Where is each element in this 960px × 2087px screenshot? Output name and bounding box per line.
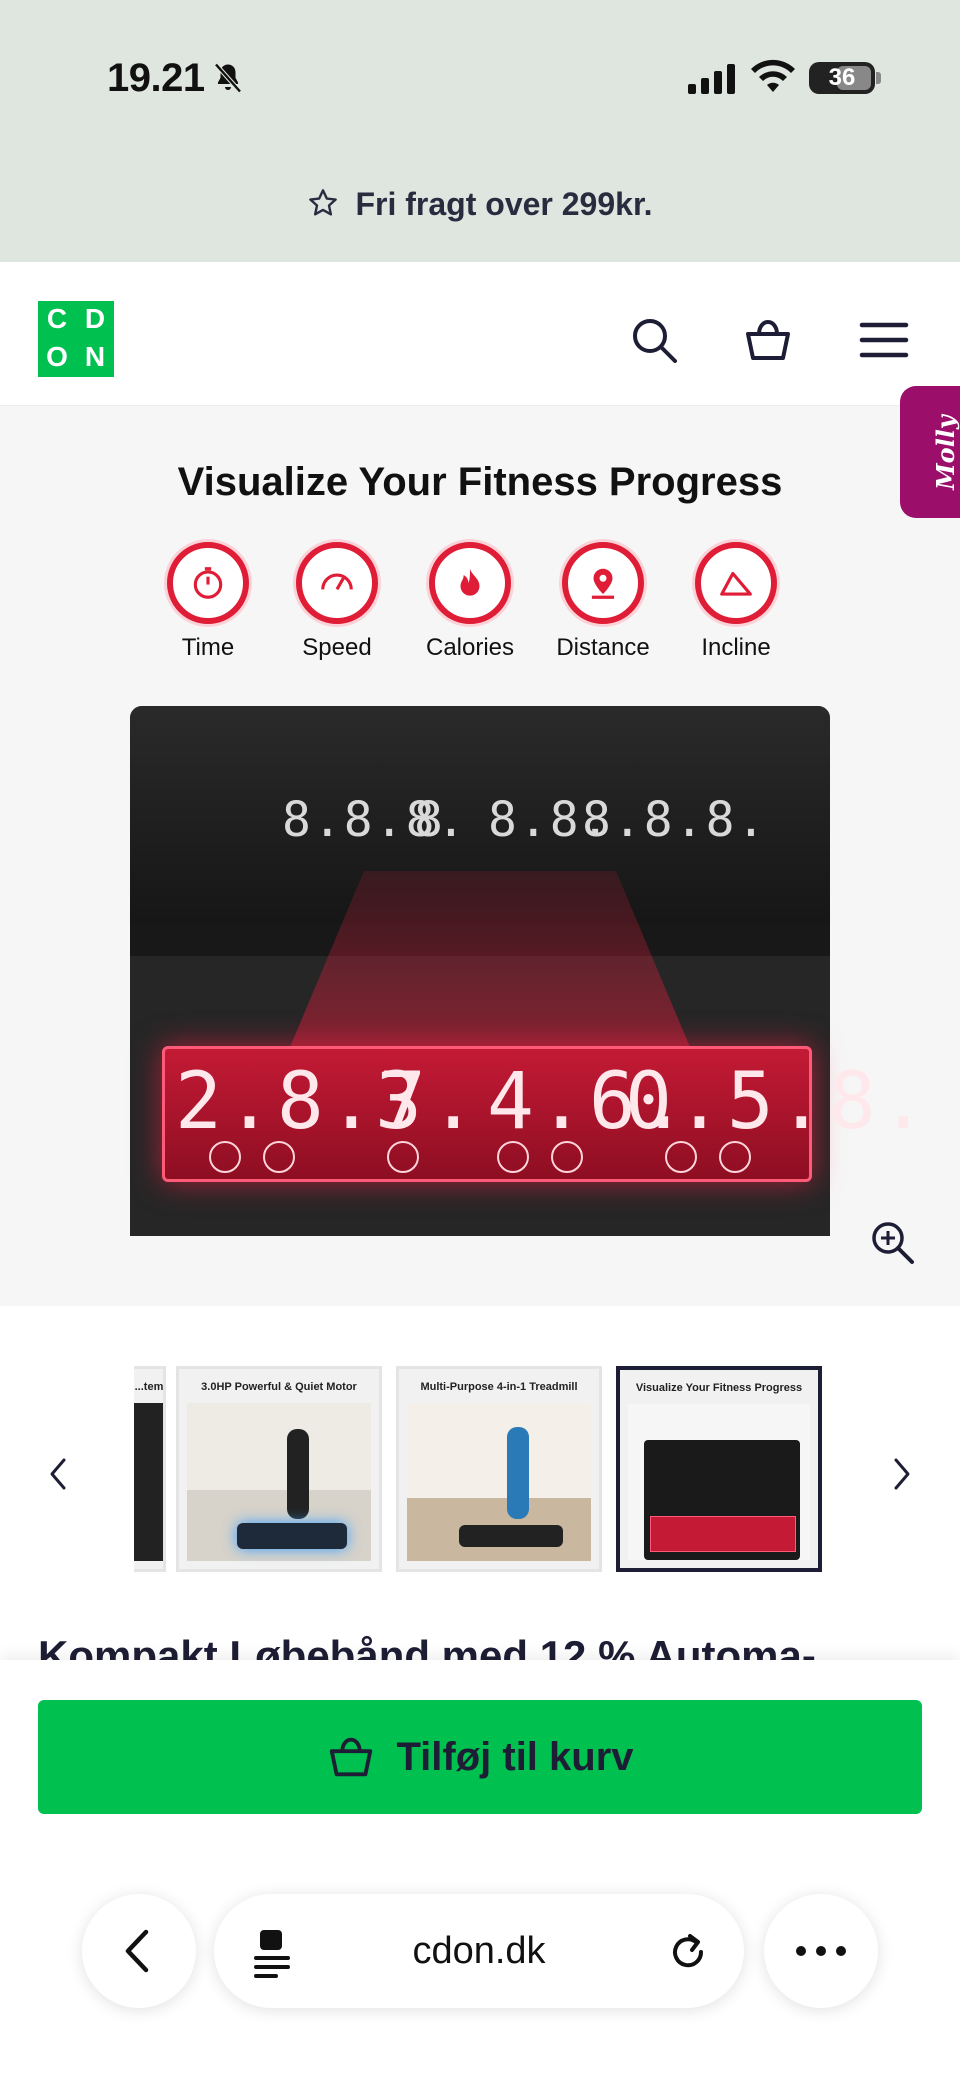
display-digit: 8 bbox=[414, 792, 445, 848]
battery-level: 36 bbox=[828, 64, 856, 91]
metric-speed: Speed bbox=[277, 542, 397, 662]
signal-icon bbox=[688, 64, 735, 94]
incline-icon bbox=[720, 571, 752, 596]
logo-letter: D bbox=[84, 303, 106, 334]
display-digit: 0.5.8. bbox=[625, 1057, 931, 1147]
status-time: 19.21 bbox=[107, 56, 205, 100]
chevron-left-icon[interactable] bbox=[44, 1454, 74, 1494]
thumbnail[interactable]: ...tem bbox=[134, 1366, 166, 1572]
reload-icon[interactable] bbox=[666, 1930, 710, 1974]
more-icon bbox=[796, 1946, 846, 1956]
chat-tab-label: Molly bbox=[930, 415, 960, 490]
thumbnail-caption: ...tem bbox=[134, 1381, 164, 1393]
battery-tip bbox=[876, 72, 881, 84]
battery-indicator: 36 bbox=[809, 62, 875, 94]
thumbnail-carousel: ...tem 3.0HP Powerful & Quiet Motor Mult… bbox=[0, 1306, 960, 1576]
highlighted-display: 2.8.7. 3 4.6. 0.5.8. bbox=[162, 1046, 927, 1182]
sticky-cart-bar: Tilføj til kurv bbox=[0, 1660, 960, 2087]
metric-distance: Distance bbox=[543, 542, 663, 662]
logo-letter: O bbox=[46, 341, 68, 372]
metric-label: Calories bbox=[425, 634, 515, 661]
basket-icon[interactable] bbox=[742, 314, 794, 366]
metric-calories: Calories bbox=[410, 542, 530, 662]
speedometer-icon bbox=[321, 573, 353, 591]
product-title: Kompakt Løbebånd med 12 % Automa- bbox=[38, 1630, 938, 1660]
chat-assistant-tab[interactable]: Molly bbox=[900, 386, 960, 518]
wifi-icon bbox=[751, 59, 795, 92]
logo-letter: N bbox=[84, 341, 106, 372]
metric-label: Time bbox=[181, 634, 235, 661]
zoom-in-icon[interactable] bbox=[868, 1218, 916, 1266]
thumbnail-active[interactable]: Visualize Your Fitness Progress bbox=[616, 1366, 822, 1572]
chevron-left-icon bbox=[125, 1929, 149, 1973]
thumbnail[interactable]: 3.0HP Powerful & Quiet Motor bbox=[176, 1366, 382, 1572]
browser-back-button[interactable] bbox=[82, 1894, 196, 2008]
basket-icon bbox=[330, 1737, 373, 1777]
site-header: C D O N bbox=[0, 262, 960, 406]
cdon-logo[interactable]: C D O N bbox=[38, 301, 114, 377]
product-main-image[interactable]: Visualize Your Fitness Progress Time Spe… bbox=[0, 406, 960, 1306]
url-text: cdon.dk bbox=[412, 1930, 546, 1972]
display-digit: 8.8.8. bbox=[582, 792, 768, 848]
display-digit: 2.8.7. bbox=[175, 1057, 481, 1147]
metric-label: Speed bbox=[302, 634, 372, 661]
free-shipping-banner: Fri fragt over 299kr. bbox=[0, 186, 960, 223]
location-pin-icon bbox=[591, 568, 615, 599]
browser-more-button[interactable] bbox=[764, 1894, 878, 2008]
thumbnail-caption: Multi-Purpose 4-in-1 Treadmill bbox=[420, 1381, 578, 1393]
metric-time: Time bbox=[148, 542, 268, 662]
add-to-cart-button[interactable]: Tilføj til kurv bbox=[38, 1700, 922, 1814]
display-digit: 3 bbox=[375, 1057, 426, 1147]
metric-label: Incline bbox=[701, 634, 771, 661]
metric-label: Distance bbox=[556, 634, 650, 661]
bell-slash-icon bbox=[214, 63, 242, 93]
menu-icon[interactable] bbox=[858, 314, 910, 366]
thumbnail-caption: 3.0HP Powerful & Quiet Motor bbox=[201, 1381, 357, 1393]
logo-letter: C bbox=[46, 303, 68, 334]
metric-incline: Incline bbox=[676, 542, 796, 662]
flame-icon bbox=[460, 568, 480, 596]
thumbnail[interactable]: Multi-Purpose 4-in-1 Treadmill bbox=[396, 1366, 602, 1572]
add-to-cart-label: Tilføj til kurv bbox=[396, 1734, 634, 1779]
chevron-right-icon[interactable] bbox=[886, 1454, 916, 1494]
address-bar[interactable]: cdon.dk bbox=[214, 1894, 744, 2008]
promo-text: Fri fragt over 299kr. bbox=[355, 186, 653, 222]
star-icon bbox=[309, 189, 338, 216]
search-icon[interactable] bbox=[628, 314, 680, 366]
image-headline: Visualize Your Fitness Progress bbox=[177, 460, 783, 504]
thumbnail-caption: Visualize Your Fitness Progress bbox=[635, 1382, 803, 1394]
stopwatch-icon bbox=[193, 567, 223, 599]
product-title-text: Kompakt Løbebånd med 12 % Automa- bbox=[38, 1632, 816, 1660]
